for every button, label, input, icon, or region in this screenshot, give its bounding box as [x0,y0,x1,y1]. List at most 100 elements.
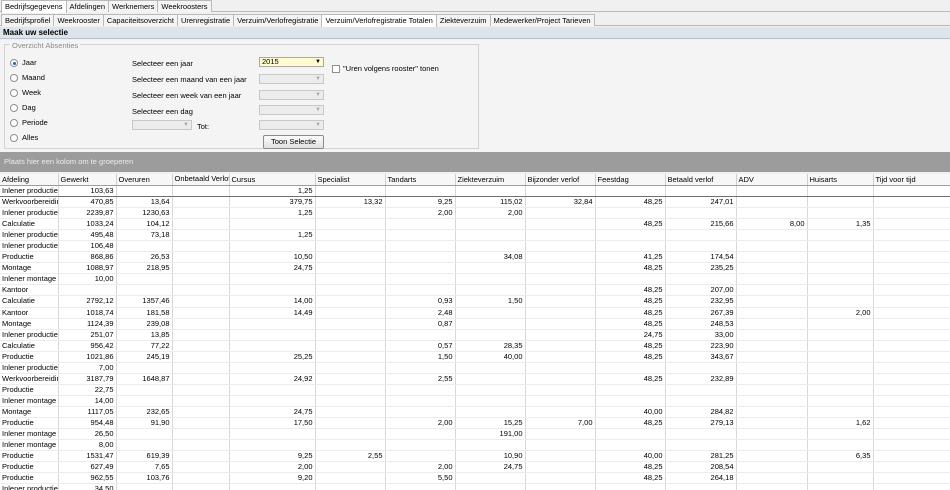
table-cell[interactable]: Productie [0,351,59,363]
table-cell[interactable] [172,351,230,363]
table-cell[interactable]: 1033,24 [58,218,117,231]
table-cell[interactable] [525,428,596,441]
table-cell[interactable]: Productie [0,472,59,485]
table-cell[interactable] [385,428,456,441]
table-cell[interactable] [873,273,950,286]
table-cell[interactable] [525,185,596,198]
table-cell[interactable] [807,351,874,363]
table-cell[interactable]: 954,48 [58,417,117,430]
table-cell[interactable] [385,218,456,231]
table-cell[interactable] [807,318,874,330]
table-cell[interactable] [315,318,386,330]
table-cell[interactable] [525,329,596,341]
table-row[interactable]: Productie 627,49 7,65 2,00 2,00 24,75 48,25 208… [0,461,950,474]
table-cell[interactable] [807,262,874,275]
radio-dot[interactable] [10,73,18,82]
table-row[interactable]: Inlener montage 26,50 191,00 [0,428,950,441]
table-cell[interactable] [172,262,230,275]
table-cell[interactable] [229,483,316,490]
table-cell[interactable]: 40,00 [595,406,666,418]
table-cell[interactable] [172,439,230,452]
table-cell[interactable]: 41,25 [595,251,666,264]
table-cell[interactable]: Kantoor [0,284,59,297]
chevron-down-icon[interactable]: ▼ [315,106,321,114]
table-row[interactable]: Calculatie 2792,12 1357,46 14,00 0,93 1,50 48,… [0,295,950,308]
table-cell[interactable] [525,240,596,253]
table-cell[interactable] [455,307,526,319]
table-cell[interactable] [455,218,526,231]
table-cell[interactable] [229,318,316,330]
table-cell[interactable] [736,439,808,452]
table-cell[interactable]: 115,02 [455,196,526,209]
show-selection-button[interactable]: Toon Selectie [263,135,324,149]
table-cell[interactable]: Productie [0,450,59,463]
table-cell[interactable] [455,439,526,452]
table-cell[interactable]: 48,25 [595,284,666,297]
table-cell[interactable] [665,185,737,198]
table-cell[interactable]: 2,00 [385,461,456,474]
table-cell[interactable] [229,218,316,231]
subtab-capaciteitsoverzicht[interactable]: Capaciteitsoverzicht [102,14,178,26]
table-cell[interactable] [736,362,808,374]
table-cell[interactable] [595,240,666,253]
table-cell[interactable] [807,362,874,374]
table-cell[interactable]: 10,00 [58,273,117,286]
table-cell[interactable] [595,428,666,441]
table-cell[interactable] [807,428,874,441]
table-cell[interactable]: 1,25 [229,185,316,198]
table-cell[interactable] [595,207,666,220]
radio-dot[interactable] [10,133,18,142]
table-cell[interactable]: 10,90 [455,450,526,463]
table-cell[interactable] [807,472,874,485]
table-cell[interactable] [736,450,808,463]
radio-dot[interactable] [10,88,18,97]
table-cell[interactable] [58,284,117,297]
table-cell[interactable] [455,240,526,253]
table-cell[interactable]: 264,18 [665,472,737,485]
table-cell[interactable] [665,483,737,490]
table-cell[interactable]: 13,64 [116,196,173,209]
table-cell[interactable] [807,340,874,352]
table-cell[interactable]: 7,00 [525,417,596,430]
table-cell[interactable] [455,406,526,418]
chevron-down-icon[interactable]: ▼ [183,121,189,129]
table-cell[interactable]: 48,25 [595,307,666,319]
table-cell[interactable] [525,207,596,220]
table-cell[interactable]: 26,53 [116,251,173,264]
table-cell[interactable] [172,295,230,308]
column-header-feestdag[interactable]: Feestdag [595,174,666,186]
table-cell[interactable] [665,395,737,407]
table-cell[interactable] [172,373,230,385]
table-cell[interactable]: 1,62 [807,417,874,430]
table-cell[interactable]: Productie [0,384,59,396]
table-cell[interactable]: Calculatie [0,340,59,352]
table-cell[interactable] [525,218,596,231]
table-cell[interactable] [873,196,950,209]
table-cell[interactable] [172,340,230,352]
table-cell[interactable] [172,207,230,220]
table-cell[interactable]: 1021,86 [58,351,117,363]
table-cell[interactable] [807,207,874,220]
table-row[interactable]: Inlener productie 2239,87 1230,63 1,25 2,00 2… [0,207,950,220]
table-cell[interactable] [736,329,808,341]
table-cell[interactable] [315,185,386,198]
column-header-tijd-voor-tijd[interactable]: Tijd voor tijd [873,174,950,186]
table-cell[interactable] [116,284,173,297]
table-cell[interactable] [736,373,808,385]
table-cell[interactable] [315,295,386,308]
chevron-down-icon[interactable]: ▼ [315,121,321,129]
table-cell[interactable]: 26,50 [58,428,117,441]
table-cell[interactable] [595,439,666,452]
tab-afdelingen[interactable]: Afdelingen [65,0,109,12]
table-cell[interactable] [385,406,456,418]
table-cell[interactable] [229,395,316,407]
table-cell[interactable] [525,461,596,474]
table-cell[interactable]: Inlener productie [0,207,59,220]
period-from-select[interactable]: ▼ [132,120,192,130]
table-cell[interactable]: 181,58 [116,307,173,319]
table-cell[interactable] [229,273,316,286]
table-cell[interactable] [525,318,596,330]
tab-bedrijfsgegevens[interactable]: Bedrijfsgegevens [1,0,67,13]
table-cell[interactable] [172,461,230,474]
table-cell[interactable] [385,185,456,198]
